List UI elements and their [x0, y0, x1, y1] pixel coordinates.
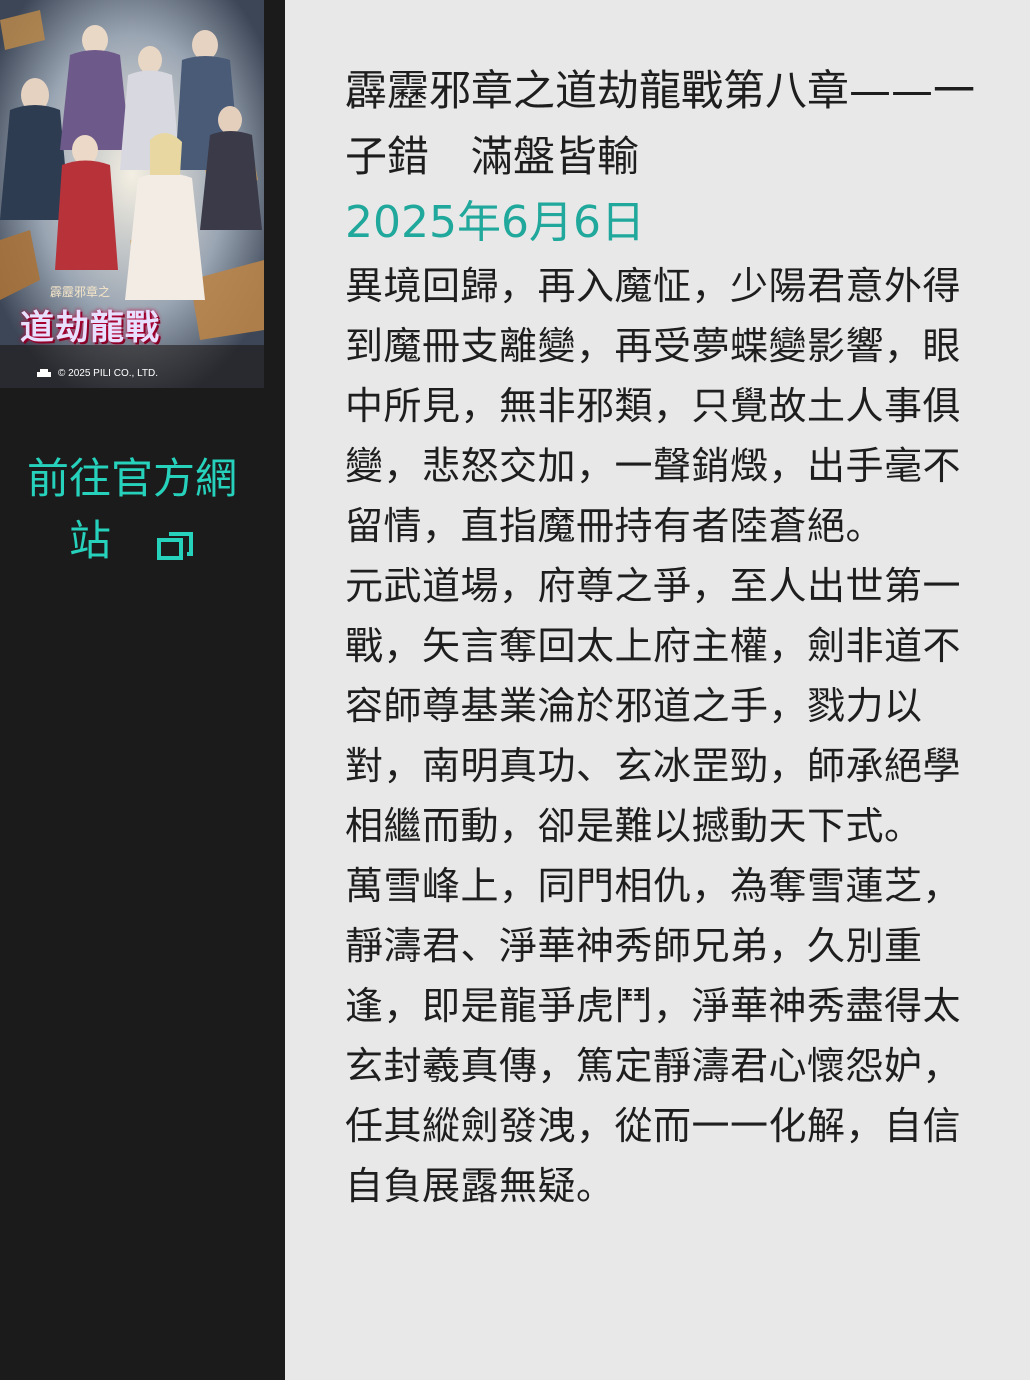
official-link-label-line1: 前往官方網: [26, 454, 237, 503]
episode-synopsis: 異境回歸，再入魔怔，少陽君意外得到魔冊支離變，再受夢蝶變影響，眼中所見，無非邪類…: [345, 256, 995, 1216]
sidebar: 霹靂邪章之 道劫龍戰 © 2025 PILI CO., LTD. 前往官方網 站: [0, 0, 285, 1380]
external-link-icon: [157, 531, 193, 560]
official-link-label-line2-wrap: 站: [0, 510, 264, 572]
studio-logo-icon: [37, 369, 51, 377]
official-link-label-line2: 站: [68, 516, 111, 565]
synopsis-paragraph: 萬雪峰上，同門相仇，為奪雪蓮芝，靜濤君、淨華神秀師兄弟，久別重逢，即是龍爭虎鬥，…: [345, 864, 962, 1208]
episode-article: 霹靂邪章之道劫龍戰第八章——一子錯 滿盤皆輸 2025年6月6日 異境回歸，再入…: [345, 58, 995, 1216]
synopsis-paragraph: 元武道場，府尊之爭，至人出世第一戰，矢言奪回太上府主權，劍非道不容師尊基業淪於邪…: [345, 564, 962, 848]
official-site-link[interactable]: 前往官方網 站: [0, 448, 264, 572]
episode-date: 2025年6月6日: [345, 197, 645, 248]
synopsis-paragraph: 異境回歸，再入魔怔，少陽君意外得到魔冊支離變，再受夢蝶變影響，眼中所見，無非邪類…: [345, 264, 962, 548]
poster-title: 道劫龍戰: [20, 308, 160, 348]
poster-copyright: © 2025 PILI CO., LTD.: [58, 368, 158, 379]
poster-subtitle: 霹靂邪章之: [50, 285, 111, 299]
poster-image[interactable]: 霹靂邪章之 道劫龍戰 © 2025 PILI CO., LTD.: [0, 0, 264, 388]
episode-content: 霹靂邪章之道劫龍戰第八章——一子錯 滿盤皆輸 2025年6月6日 異境回歸，再入…: [285, 0, 1030, 1380]
page: 霹靂邪章之 道劫龍戰 © 2025 PILI CO., LTD. 前往官方網 站…: [0, 0, 1030, 1380]
episode-title: 霹靂邪章之道劫龍戰第八章——一子錯 滿盤皆輸: [345, 66, 976, 181]
